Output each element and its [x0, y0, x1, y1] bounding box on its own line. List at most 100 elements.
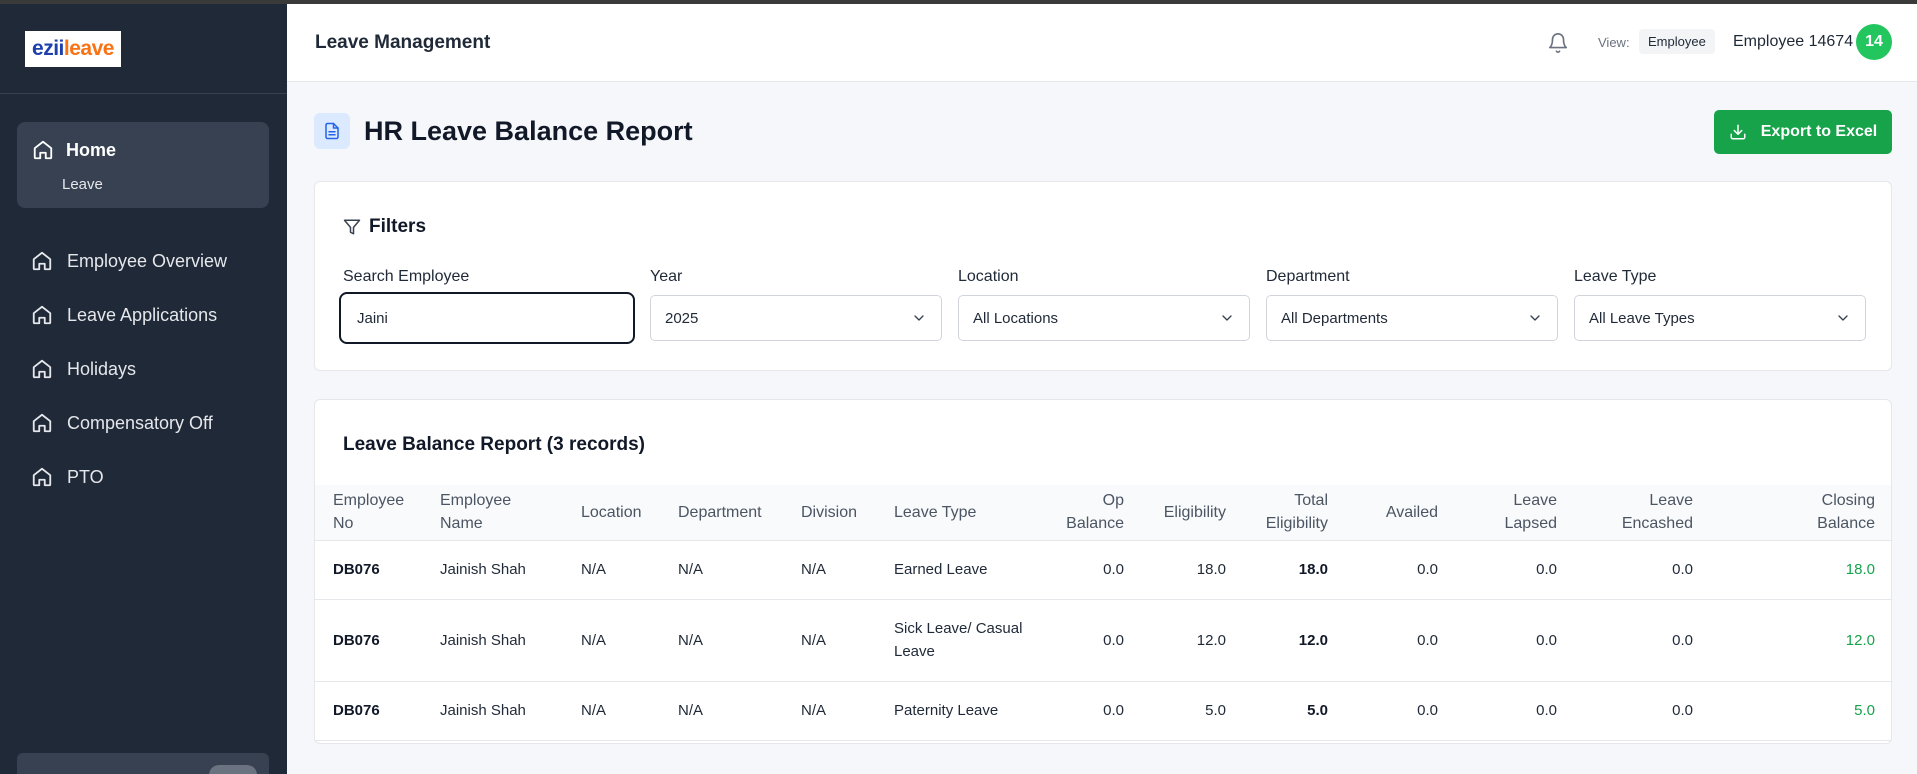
home-icon — [32, 251, 52, 271]
bell-icon[interactable] — [1547, 32, 1569, 54]
column-header-leave-encashed[interactable]: Leave Encashed — [1557, 485, 1693, 540]
filters-card: Filters Search Employee Year 2025 Locati… — [314, 181, 1892, 371]
sidebar-item-compensatory-off[interactable]: Compensatory Off — [31, 412, 213, 434]
cell-eligibility: 12.0 — [1196, 631, 1226, 649]
cell-employee-name: Jainish Shah — [440, 561, 526, 578]
theme-toggle[interactable] — [209, 765, 257, 774]
cell-total-eligibility: 18.0 — [1298, 561, 1328, 578]
export-to-excel-button[interactable]: Export to Excel — [1714, 110, 1892, 154]
year-select[interactable]: 2025 — [650, 295, 942, 341]
leave-balance-table: Employee No Employee Name Location Depar… — [315, 485, 1891, 741]
location-field: Location All Locations — [958, 268, 1250, 341]
sidebar-footer-panel — [17, 753, 269, 774]
table-row[interactable]: DB076 Jainish Shah N/A N/A N/A Sick Leav… — [315, 599, 1891, 681]
location-select-value: All Locations — [973, 309, 1059, 327]
year-label: Year — [650, 268, 683, 285]
sidebar-item-label: Home — [66, 139, 117, 160]
report-title: Leave Balance Report (3 records) — [343, 434, 646, 455]
column-header-employee-no[interactable]: Employee No — [315, 485, 440, 540]
chevron-down-icon — [1222, 315, 1232, 321]
download-icon — [1730, 124, 1746, 140]
column-header-availed[interactable]: Availed — [1328, 485, 1438, 540]
cell-availed: 0.0 — [1417, 561, 1438, 578]
sidebar-item-label: Leave Applications — [67, 304, 218, 325]
cell-leave-encashed: 0.0 — [1672, 702, 1693, 719]
cell-location: N/A — [581, 631, 607, 649]
app-logo[interactable]: ezii leave — [25, 31, 121, 67]
table-row[interactable]: DB076 Jainish Shah N/A N/A N/A Paternity… — [315, 681, 1891, 740]
cell-closing-balance: 5.0 — [1854, 702, 1875, 719]
sidebar-item-label: PTO — [67, 466, 104, 487]
window-top-bar — [0, 0, 1917, 4]
location-label: Location — [958, 268, 1019, 285]
column-header-division[interactable]: Division — [801, 485, 894, 540]
cell-closing-balance: 12.0 — [1845, 631, 1875, 649]
top-header: Leave Management View: Employee Employee… — [287, 4, 1917, 82]
cell-department: N/A — [678, 631, 704, 649]
location-select[interactable]: All Locations — [958, 295, 1250, 341]
cell-total-eligibility: 12.0 — [1298, 631, 1328, 649]
document-icon — [314, 113, 350, 149]
search-employee-input[interactable] — [339, 292, 635, 344]
leave-type-select-value: All Leave Types — [1589, 309, 1695, 327]
sidebar-item-home[interactable]: Home Leave — [17, 122, 269, 208]
view-role-selector[interactable]: Employee — [1639, 29, 1715, 54]
sidebar-item-pto[interactable]: PTO — [31, 466, 104, 488]
year-select-value: 2025 — [665, 309, 699, 327]
column-header-employee-name[interactable]: Employee Name — [440, 485, 581, 540]
department-select-value: All Departments — [1281, 309, 1388, 327]
search-employee-label: Search Employee — [343, 268, 470, 285]
home-icon — [33, 140, 53, 160]
app-title: Leave Management — [315, 32, 491, 53]
column-header-total-eligibility[interactable]: Total Eligibility — [1226, 485, 1328, 540]
leave-type-label: Leave Type — [1574, 268, 1657, 285]
cell-division: N/A — [801, 561, 827, 578]
column-header-department[interactable]: Department — [678, 485, 801, 540]
sidebar-item-holidays[interactable]: Holidays — [31, 358, 136, 380]
chevron-down-icon — [1530, 315, 1540, 321]
view-label: View: — [1598, 35, 1630, 50]
filter-icon — [343, 219, 361, 235]
cell-leave-lapsed: 0.0 — [1536, 631, 1557, 649]
cell-eligibility: 18.0 — [1196, 561, 1226, 578]
sidebar: ezii leave Home Leave Employee Overview L… — [0, 4, 287, 774]
department-select[interactable]: All Departments — [1266, 295, 1558, 341]
column-header-location[interactable]: Location — [581, 485, 678, 540]
avatar[interactable]: 14 — [1856, 24, 1892, 60]
year-field: Year 2025 — [650, 268, 942, 341]
table-row[interactable]: DB076 Jainish Shah N/A N/A N/A Earned Le… — [315, 540, 1891, 599]
cell-op-balance: 0.0 — [1103, 702, 1124, 719]
filters-title-text: Filters — [369, 216, 427, 237]
cell-location: N/A — [581, 702, 607, 719]
logo-text-part2: leave — [63, 37, 115, 60]
cell-leave-type: Sick Leave/ Casual Leave — [894, 620, 1023, 660]
column-header-leave-type[interactable]: Leave Type — [894, 485, 1054, 540]
cell-leave-lapsed: 0.0 — [1536, 702, 1557, 719]
sidebar-subitem-leave[interactable]: Leave — [62, 176, 103, 193]
cell-employee-no: DB076 — [333, 631, 380, 649]
home-icon — [32, 467, 52, 487]
chevron-down-icon — [914, 315, 924, 321]
logo-area: ezii leave — [0, 4, 287, 94]
column-header-leave-lapsed[interactable]: Leave Lapsed — [1438, 485, 1558, 540]
cell-op-balance: 0.0 — [1103, 631, 1124, 649]
sidebar-item-leave-applications[interactable]: Leave Applications — [31, 304, 217, 326]
page-title: HR Leave Balance Report — [364, 116, 693, 146]
cell-employee-no: DB076 — [333, 561, 380, 578]
leave-type-select[interactable]: All Leave Types — [1574, 295, 1866, 341]
cell-op-balance: 0.0 — [1103, 561, 1124, 578]
department-field: Department All Departments — [1266, 268, 1558, 341]
column-header-eligibility[interactable]: Eligibility — [1124, 485, 1226, 540]
column-header-op-balance[interactable]: Op Balance — [1054, 485, 1124, 540]
home-icon — [32, 305, 52, 325]
leave-type-field: Leave Type All Leave Types — [1574, 268, 1866, 341]
cell-leave-type: Paternity Leave — [894, 702, 999, 719]
cell-division: N/A — [801, 702, 827, 719]
cell-department: N/A — [678, 702, 704, 719]
cell-availed: 0.0 — [1417, 702, 1438, 719]
cell-leave-encashed: 0.0 — [1672, 561, 1693, 578]
column-header-closing-balance[interactable]: Closing Balance — [1693, 485, 1891, 540]
user-name[interactable]: Employee 14674 — [1733, 33, 1853, 51]
sidebar-item-employee-overview[interactable]: Employee Overview — [31, 250, 227, 272]
cell-leave-type: Earned Leave — [894, 561, 988, 578]
